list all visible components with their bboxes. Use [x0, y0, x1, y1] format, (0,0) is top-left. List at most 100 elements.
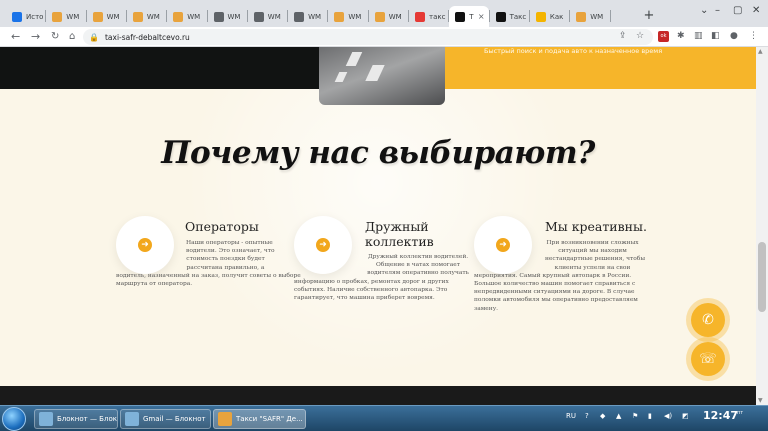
- tab-label: WM: [348, 12, 362, 21]
- lock-icon: 🔒: [89, 32, 99, 42]
- browser-tab[interactable]: Исто: [6, 6, 45, 27]
- feature-description-line: мероприятия. Самый крупный автопарк в Ро…: [474, 272, 632, 279]
- browser-tab[interactable]: Как: [530, 6, 569, 27]
- volume-icon[interactable]: ◀): [664, 412, 672, 420]
- browser-tab[interactable]: WM: [208, 6, 247, 27]
- browser-tab[interactable]: WM: [288, 6, 327, 27]
- tray-misc-icon[interactable]: ◩: [682, 412, 689, 420]
- back-icon[interactable]: ←: [11, 29, 20, 45]
- clock-time[interactable]: 12:47: [703, 409, 738, 422]
- webmoney-icon: [92, 11, 103, 22]
- taxi-site-icon: [455, 11, 466, 22]
- tray-chevron-icon[interactable]: ▲: [616, 412, 621, 420]
- notepad-icon: [125, 412, 139, 426]
- scroll-down-icon[interactable]: ▼: [758, 397, 763, 404]
- notepad-icon: [39, 412, 53, 426]
- taskbar-button[interactable]: Gmail — Блокнот: [120, 409, 211, 429]
- bookmark-icon: [535, 11, 546, 22]
- taskbar-button[interactable]: Такси "SAFR" Де...: [213, 409, 306, 429]
- browser-tab[interactable]: WM: [127, 6, 166, 27]
- tab-label: WM: [308, 12, 322, 21]
- webmoney-icon: [132, 11, 143, 22]
- browser-tab-strip: Исто WM WM WM WM WM WM WM WM WM такс Т × Такс Как WM + …: [0, 0, 768, 27]
- feature-description-line: При возникновении сложных: [546, 240, 639, 246]
- tab-label: Как: [549, 12, 564, 21]
- tab-label: WM: [267, 12, 281, 21]
- taskbar-button-label: Gmail — Блокнот: [143, 415, 206, 423]
- feature-description-line: замену.: [474, 305, 499, 312]
- browser-tab[interactable]: Т ×: [449, 6, 489, 27]
- footer-dark-band: [0, 386, 756, 405]
- webmoney-icon: [374, 11, 385, 22]
- taxi-site-icon: [495, 11, 506, 22]
- taskbar-button-label: Такси "SAFR" Де...: [236, 415, 303, 423]
- phone-button[interactable]: ☏: [691, 342, 725, 376]
- tab-label: WM: [388, 12, 402, 21]
- url-text: taxi-safr-debaltcevo.ru: [104, 32, 190, 42]
- history-icon: [12, 11, 22, 22]
- tab-label: WM: [227, 12, 241, 21]
- feature-title-line: Мы креативны.: [545, 219, 647, 234]
- browser-tab[interactable]: WM: [369, 6, 408, 27]
- hero-road-image: [319, 47, 445, 105]
- close-window-icon[interactable]: ✕: [752, 5, 760, 16]
- feature-description: При возникновении сложных ситуаций мы нах…: [0, 239, 646, 313]
- tray-help-icon[interactable]: ?: [585, 412, 589, 420]
- browser-tab[interactable]: WM: [167, 6, 206, 27]
- feature-description-line: поломки автомобиля мы оперативно предост…: [474, 297, 638, 304]
- scrollbar-thumb[interactable]: [758, 242, 766, 312]
- tab-label: WM: [590, 12, 604, 21]
- taskbar-button[interactable]: Блокнот — Блокн...: [34, 409, 118, 429]
- minimize-icon[interactable]: –: [715, 5, 720, 16]
- address-bar[interactable]: 🔒 taxi-safr-debaltcevo.ru: [83, 29, 653, 45]
- window-menu-icon[interactable]: ⌄: [700, 5, 708, 16]
- forward-icon[interactable]: →: [31, 29, 40, 45]
- feature-description-line: нестандартные решения, чтобы: [545, 256, 646, 263]
- hero-tagline: Быстрый поиск и подача авто к назначенно…: [484, 47, 663, 55]
- os-taskbar: Блокнот — Блокн... Gmail — Блокнот Такси "…: [0, 405, 768, 431]
- feature-description-line: непредвиденными ситуациями на дороге. В …: [474, 289, 635, 296]
- tray-app-icon[interactable]: ◆: [600, 412, 605, 420]
- webmoney-icon: [52, 11, 63, 22]
- reload-icon[interactable]: ↻: [51, 29, 59, 45]
- tab-label: Т: [469, 12, 474, 21]
- browser-toolbar: ← → ↻ ⌂ 🔒 taxi-safr-debaltcevo.ru ⇪ ☆ ok…: [0, 27, 768, 47]
- tab-label: Исто: [26, 12, 44, 21]
- new-tab-button[interactable]: +: [641, 8, 657, 24]
- yandex-icon: [415, 11, 425, 22]
- maximize-icon[interactable]: ▢: [733, 5, 742, 16]
- language-indicator[interactable]: RU: [566, 412, 576, 420]
- extension-badge-icon[interactable]: ok: [658, 31, 669, 42]
- feature-title-line: Дружный: [365, 219, 429, 234]
- star-icon[interactable]: ☆: [636, 31, 644, 41]
- browser-tab[interactable]: Такс: [490, 6, 529, 27]
- globe-icon: [294, 11, 305, 22]
- tab-label: WM: [66, 12, 80, 21]
- browser-tab[interactable]: такс: [409, 6, 448, 27]
- taskbar-button-label: Блокнот — Блокн...: [57, 415, 117, 423]
- whatsapp-button[interactable]: ✆: [691, 303, 725, 337]
- browser-tab[interactable]: WM: [328, 6, 367, 27]
- profile-icon[interactable]: ●: [730, 31, 738, 41]
- tab-label: WM: [187, 12, 201, 21]
- share-icon[interactable]: ⇪: [619, 31, 627, 41]
- home-icon[interactable]: ⌂: [69, 29, 75, 45]
- reading-list-icon[interactable]: ▥: [694, 31, 703, 41]
- globe-icon: [213, 11, 224, 22]
- clock-date: пт: [737, 410, 744, 416]
- scroll-up-icon[interactable]: ▲: [758, 48, 763, 55]
- sidepanel-icon[interactable]: ◧: [711, 31, 720, 41]
- browser-tab[interactable]: WM: [46, 6, 85, 27]
- start-button[interactable]: [2, 407, 26, 431]
- scrollbar[interactable]: ▲ ▼: [756, 47, 768, 405]
- tray-flag-icon[interactable]: ⚑: [632, 412, 638, 420]
- browser-tab[interactable]: WM: [248, 6, 287, 27]
- menu-icon[interactable]: ⋮: [749, 31, 758, 41]
- close-tab-icon[interactable]: ×: [478, 12, 485, 21]
- network-icon[interactable]: ▮: [648, 412, 652, 420]
- browser-tab[interactable]: WM: [87, 6, 126, 27]
- extension-icon[interactable]: ✱: [677, 31, 685, 41]
- browser-tab[interactable]: WM: [570, 6, 609, 27]
- tab-label: Такс: [509, 12, 527, 21]
- feature-description-line: клиенты успели на свои: [554, 264, 631, 271]
